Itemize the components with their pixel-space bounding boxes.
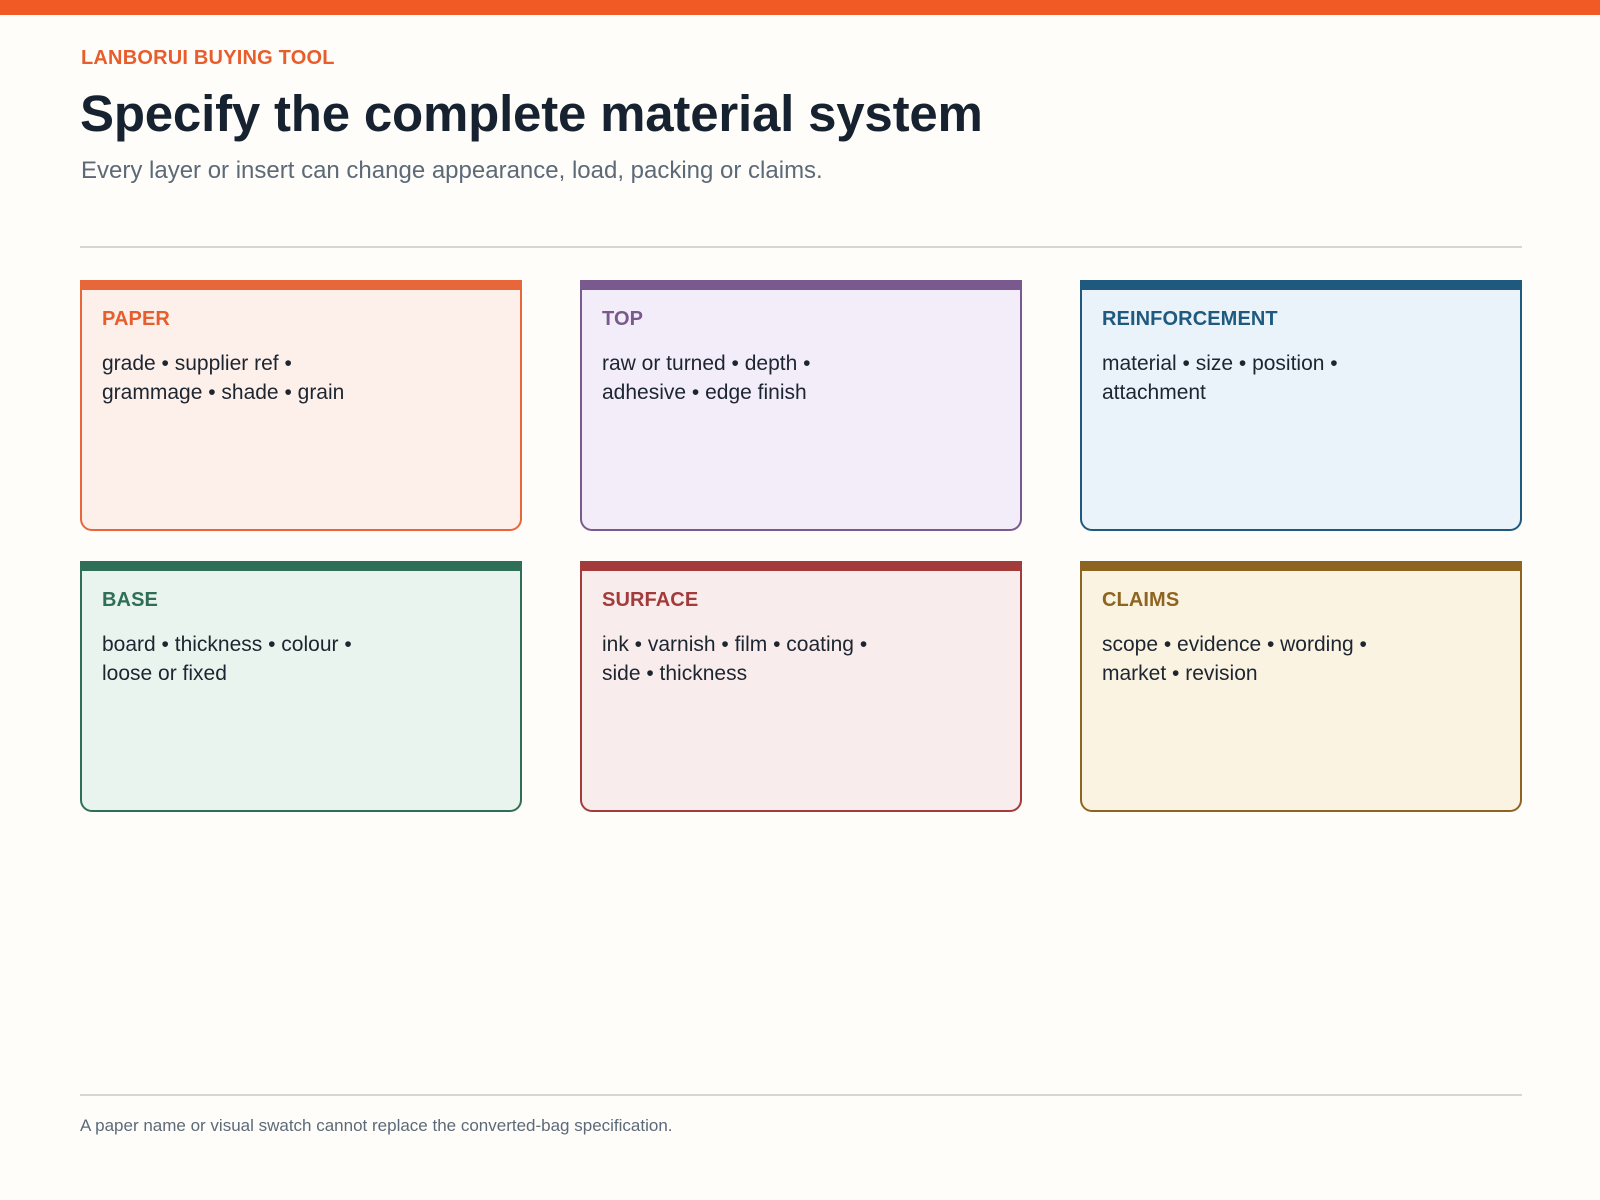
eyebrow-label: LANBORUI BUYING TOOL: [81, 47, 335, 69]
card-base-title: BASE: [102, 589, 158, 611]
card-claims: CLAIMS scope • evidence • wording • mark…: [1080, 561, 1522, 812]
card-top: TOP raw or turned • depth • adhesive • e…: [580, 280, 1022, 531]
card-reinforcement-title: REINFORCEMENT: [1102, 308, 1278, 330]
card-paper-body: grade • supplier ref • grammage • shade …: [102, 352, 345, 404]
card-paper-title: PAPER: [102, 308, 170, 330]
card-base: BASE board • thickness • colour • loose …: [80, 561, 522, 812]
card-surface-title: SURFACE: [602, 589, 699, 611]
footer-divider: [80, 1094, 1522, 1096]
card-base-body: board • thickness • colour • loose or fi…: [102, 633, 352, 685]
card-reinforcement-body: material • size • position • attachment: [1102, 352, 1338, 404]
card-paper: PAPER grade • supplier ref • grammage • …: [80, 280, 522, 531]
header-divider: [80, 246, 1522, 248]
footer-note: A paper name or visual swatch cannot rep…: [80, 1116, 673, 1135]
card-top-title: TOP: [602, 308, 644, 330]
page-title: Specify the complete material system: [80, 85, 983, 142]
card-top-body: raw or turned • depth • adhesive • edge …: [602, 352, 811, 404]
card-surface-body: ink • varnish • film • coating • side • …: [602, 633, 868, 685]
card-surface: SURFACE ink • varnish • film • coating •…: [580, 561, 1022, 812]
card-claims-body: scope • evidence • wording • market • re…: [1102, 633, 1367, 685]
top-accent-stripe: [0, 0, 1600, 15]
page-subtitle: Every layer or insert can change appeara…: [81, 157, 823, 184]
material-cards-grid: PAPER grade • supplier ref • grammage • …: [80, 280, 1522, 812]
card-claims-title: CLAIMS: [1102, 589, 1180, 611]
card-reinforcement: REINFORCEMENT material • size • position…: [1080, 280, 1522, 531]
